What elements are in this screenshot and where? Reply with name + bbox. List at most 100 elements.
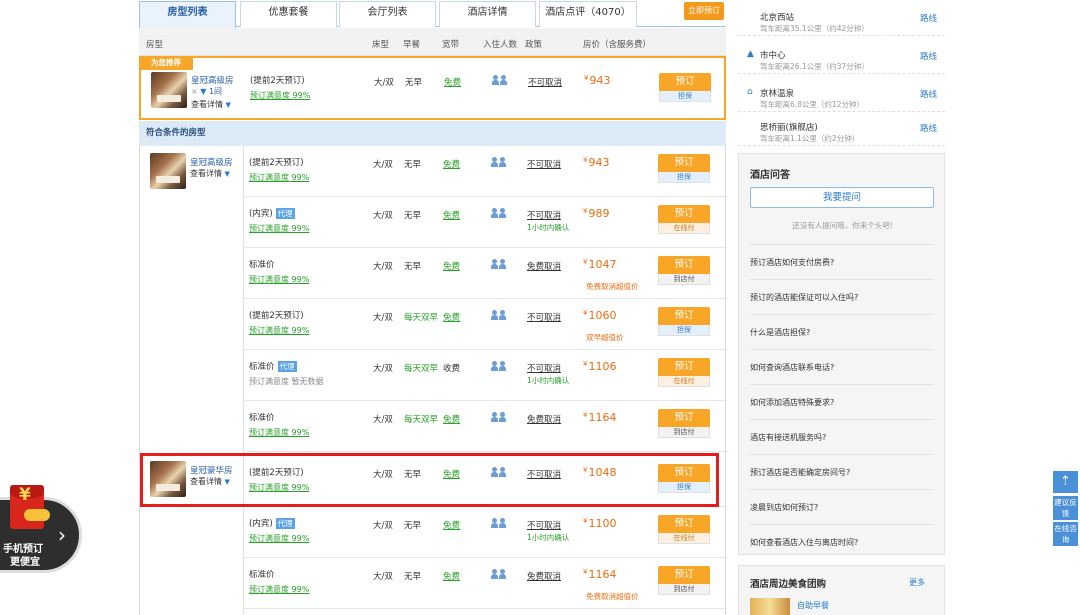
satisfaction-link[interactable]: 预订满意度 99%: [249, 274, 309, 285]
network[interactable]: 免费: [443, 519, 460, 531]
cancel-policy[interactable]: 不可取消: [527, 209, 561, 221]
network[interactable]: 免费: [443, 260, 460, 272]
tab-reviews[interactable]: 酒店点评（4070）: [539, 1, 637, 27]
book-button[interactable]: 预订: [658, 566, 710, 584]
food-title: 酒店周边美食团购: [750, 579, 827, 590]
book-button-group: 预订 到店付: [658, 256, 710, 285]
cancel-policy[interactable]: 不可取消: [527, 311, 561, 323]
bed-type: 大/双: [373, 160, 393, 170]
book-button[interactable]: 预订: [658, 515, 710, 533]
rate-row: 标准价 预订满意度 99% 大/双 无早 免费 免费取消 ¥1164 免费取消超值价 预订 到店付: [243, 558, 727, 609]
ask-question-button[interactable]: 我要提问: [750, 187, 934, 208]
network[interactable]: 免费: [443, 158, 460, 170]
payment-label: 到店付: [658, 427, 710, 438]
view-details-link[interactable]: 查看详情 ▼: [191, 99, 231, 110]
bed-type: 大/双: [373, 415, 393, 425]
back-to-top-icon[interactable]: ⇡: [1053, 471, 1078, 493]
network[interactable]: 免费: [443, 413, 460, 425]
satisfaction-link[interactable]: 预订满意度 99%: [249, 172, 309, 183]
place-name: 京林温泉: [760, 89, 795, 99]
book-button[interactable]: 预订: [658, 256, 710, 274]
network[interactable]: 免费: [443, 570, 460, 582]
recommended-badge: 为您推荐: [139, 56, 193, 70]
breakfast: 无早: [404, 262, 422, 272]
satisfaction-link[interactable]: 预订满意度 99%: [249, 325, 309, 336]
cancel-policy[interactable]: 不可取消: [528, 76, 562, 88]
room-name[interactable]: 皇冠高级房: [190, 156, 233, 168]
qa-item[interactable]: 预订酒店是否能确定房间号?: [750, 454, 934, 489]
book-button[interactable]: 预订: [658, 154, 710, 172]
feedback-button[interactable]: 建议反馈: [1053, 496, 1078, 520]
book-button[interactable]: 预订: [658, 205, 710, 223]
tab-hotel-details[interactable]: 酒店详情: [439, 1, 536, 27]
room-block: 皇冠高级房 查看详情 ▼: [140, 146, 243, 452]
qa-item[interactable]: 如何查看酒店入住与离店时间?: [750, 524, 934, 559]
book-button[interactable]: 预订: [658, 358, 710, 376]
room-quantity-select[interactable]: × ▼ 1间: [191, 86, 222, 97]
payment-label: 担保: [658, 172, 710, 183]
satisfaction-link[interactable]: 预订满意度 99%: [249, 533, 309, 544]
book-button[interactable]: 预订: [659, 73, 711, 91]
food-thumbnail[interactable]: [750, 598, 790, 615]
payment-label: 在线付: [658, 223, 710, 234]
breakfast: 无早: [405, 78, 423, 88]
price: ¥1100: [583, 517, 617, 530]
rate-name: (提前2天预订): [249, 158, 304, 168]
price: ¥943: [583, 156, 610, 169]
cancel-policy[interactable]: 不可取消: [527, 519, 561, 531]
cancel-policy[interactable]: 免费取消: [527, 570, 561, 582]
network[interactable]: 免费: [444, 76, 461, 88]
satisfaction-link[interactable]: 预订满意度 99%: [249, 223, 309, 234]
satisfaction-link[interactable]: 预订满意度 99%: [250, 90, 310, 101]
nearby-place: 思桥丽(旗舰店) 驾车距离1.1公里（约2分钟） 路线: [738, 113, 945, 146]
cancel-policy[interactable]: 不可取消: [527, 158, 561, 170]
network[interactable]: 免费: [443, 209, 460, 221]
qa-item[interactable]: 什么是酒店担保?: [750, 314, 934, 349]
room-name[interactable]: 皇冠高级房: [191, 74, 234, 86]
place-distance: 驾车距离1.1公里（约2分钟）: [760, 134, 860, 143]
price: ¥1047: [583, 258, 617, 271]
satisfaction-link[interactable]: 预订满意度 99%: [249, 427, 309, 438]
bed-type: 大/双: [374, 78, 394, 88]
room-thumbnail[interactable]: [151, 72, 187, 108]
highlight-box: [140, 453, 719, 507]
qa-item[interactable]: 如何添加酒店特殊要求?: [750, 384, 934, 419]
book-button[interactable]: 预订: [658, 409, 710, 427]
bed-type: 大/双: [373, 211, 393, 221]
route-link[interactable]: 路线: [920, 12, 937, 24]
food-more-link[interactable]: 更多: [909, 577, 925, 588]
rate-row: (内宾) 代理 预订满意度 99% 大/双 无早 免费 不可取消 1小时内确认 ¥1100 预订在…: [243, 507, 727, 558]
book-button-group: 预订 担保: [659, 73, 711, 102]
route-link[interactable]: 路线: [920, 50, 937, 62]
food-item-link[interactable]: 自助早餐: [797, 600, 829, 611]
cancel-policy[interactable]: 不可取消: [527, 362, 561, 374]
room-thumbnail[interactable]: [150, 153, 186, 189]
tab-halls[interactable]: 会厅列表: [339, 1, 436, 27]
qa-item[interactable]: 如何查询酒店联系电话?: [750, 349, 934, 384]
cancel-policy[interactable]: 免费取消: [527, 260, 561, 272]
rate-row: 标准价 预订满意度 99% 大/双 无早 免费 免费取消 ¥1047 免费取消超值价 预订 到店付: [243, 248, 727, 299]
network[interactable]: 收费: [443, 362, 460, 374]
network[interactable]: 免费: [443, 311, 460, 323]
hotel-qa-panel: 酒店问答 我要提问 还没有人提问哦，你来个头吧! 预订酒店如何支付房费? 预订的酒…: [738, 153, 945, 555]
occupancy-icon: [491, 259, 507, 272]
tab-bar: 房型列表 优惠套餐 会厅列表 酒店详情 酒店点评（4070） 立即预订: [139, 0, 726, 28]
book-now-button[interactable]: 立即预订: [684, 2, 724, 20]
route-link[interactable]: 路线: [920, 122, 937, 134]
view-details-link[interactable]: 查看详情 ▼: [190, 168, 230, 179]
mobile-booking-promo[interactable]: ¥ 手机预订 更便宜 ›: [0, 485, 86, 577]
route-link[interactable]: 路线: [920, 88, 937, 100]
qa-item[interactable]: 酒店有接送机服务吗?: [750, 419, 934, 454]
book-button[interactable]: 预订: [658, 307, 710, 325]
satisfaction-link[interactable]: 预订满意度 暂无数据: [249, 376, 324, 387]
payment-label: 在线付: [658, 533, 710, 544]
cancel-policy[interactable]: 免费取消: [527, 413, 561, 425]
rate-name: (内宾) 代理: [249, 208, 295, 219]
qa-item[interactable]: 预订的酒店能保证可以入住吗?: [750, 279, 934, 314]
online-consult-button[interactable]: 在线咨询: [1053, 522, 1078, 546]
qa-item[interactable]: 凌晨到店如何预订?: [750, 489, 934, 524]
qa-item[interactable]: 预订酒店如何支付房费?: [750, 244, 934, 279]
satisfaction-link[interactable]: 预订满意度 99%: [249, 584, 309, 595]
tab-packages[interactable]: 优惠套餐: [240, 1, 337, 27]
tab-room-list[interactable]: 房型列表: [139, 1, 236, 28]
